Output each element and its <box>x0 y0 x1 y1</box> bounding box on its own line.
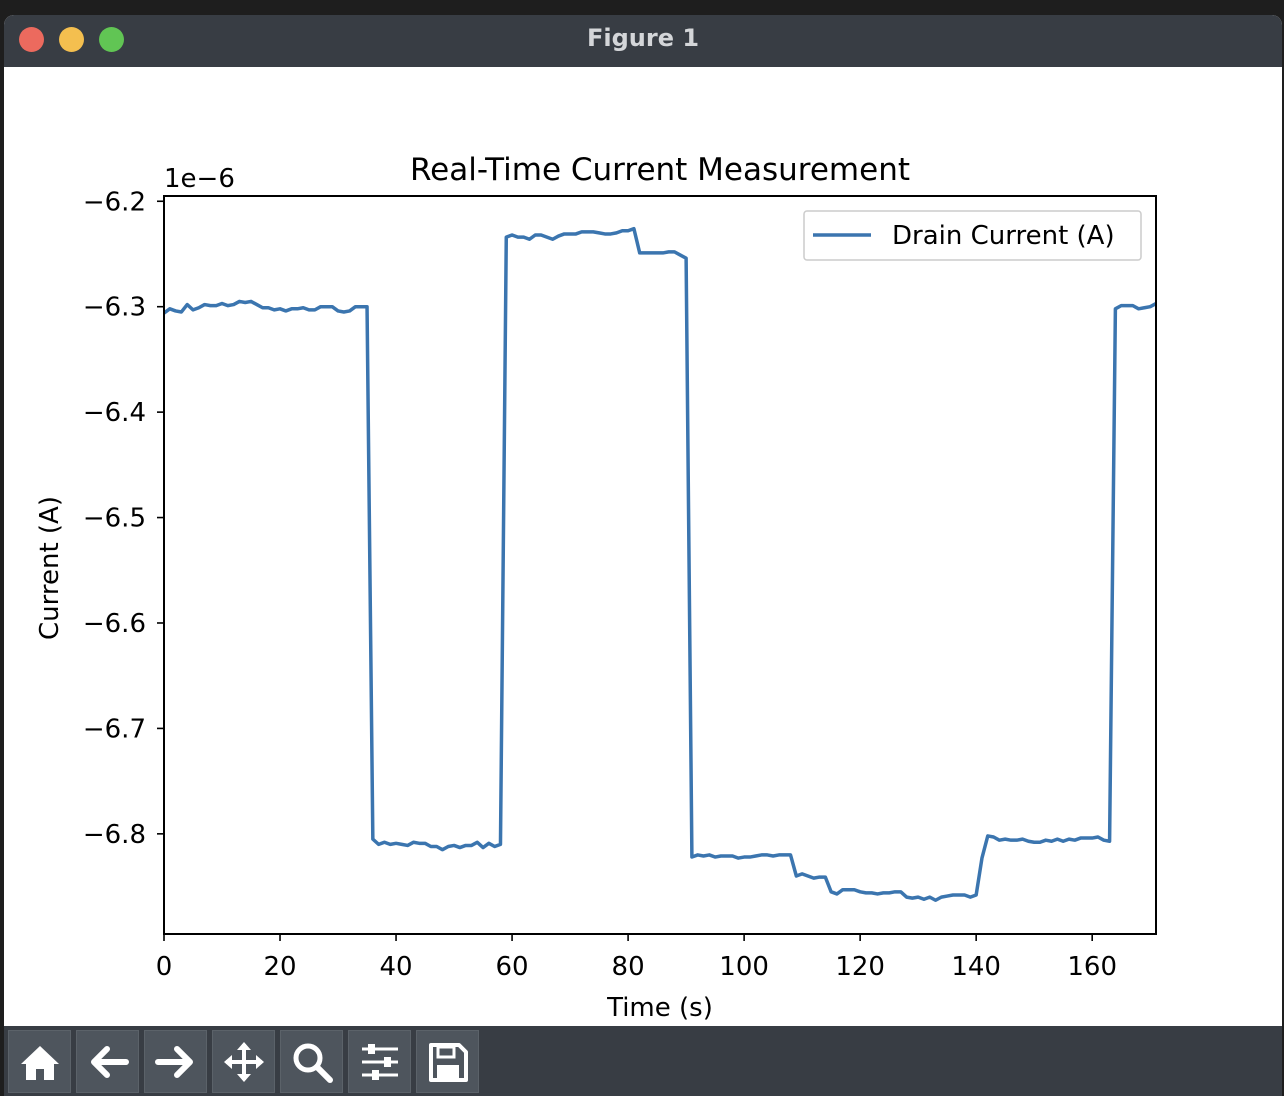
x-tick-label: 60 <box>496 952 529 982</box>
arrow-left-icon <box>90 1045 129 1078</box>
arrow-right-icon <box>154 1045 193 1078</box>
figure-window: Figure 1 Real-Time Current Measurement 1… <box>4 15 1282 1096</box>
sliders-icon <box>361 1043 398 1080</box>
x-tick-label: 120 <box>835 952 885 982</box>
pan-button[interactable] <box>212 1030 275 1093</box>
chart-title: Real-Time Current Measurement <box>410 152 910 188</box>
y-tick-label: −6.2 <box>83 187 146 217</box>
back-button[interactable] <box>76 1030 139 1093</box>
x-axis-label: Time (s) <box>606 993 713 1023</box>
window-title: Figure 1 <box>586 24 700 52</box>
legend-label: Drain Current (A) <box>892 221 1115 251</box>
home-icon <box>20 1045 59 1080</box>
data-line <box>162 226 1157 903</box>
y-axis-label: Current (A) <box>35 496 65 640</box>
x-tick-label: 160 <box>1067 952 1117 982</box>
y-tick-label: −6.7 <box>83 714 146 744</box>
y-offset-label: 1e−6 <box>164 164 235 194</box>
x-tick-label: 20 <box>263 952 296 982</box>
toolbar <box>4 1026 1282 1096</box>
y-tick-label: −6.3 <box>83 293 146 323</box>
save-button[interactable] <box>416 1030 479 1093</box>
move-icon <box>223 1041 264 1082</box>
plot-area: 0 20 40 60 80 100 120 140 160 −6.2 −6.3 −6.4 −6.5 −6.… <box>83 187 1157 982</box>
chart: Real-Time Current Measurement 1e−6 0 20 40… <box>35 152 1157 1023</box>
forward-button[interactable] <box>144 1030 207 1093</box>
home-button[interactable] <box>8 1030 71 1093</box>
floppy-disk-icon <box>428 1042 468 1082</box>
figure-canvas[interactable]: Real-Time Current Measurement 1e−6 0 20 40… <box>4 67 1282 1026</box>
y-tick-label: −6.8 <box>83 820 146 850</box>
x-tick-label: 40 <box>379 952 412 982</box>
configure-subplots-button[interactable] <box>348 1030 411 1093</box>
legend: Drain Current (A) <box>803 210 1142 261</box>
x-tick-label: 0 <box>156 952 173 982</box>
x-tick-label: 140 <box>951 952 1001 982</box>
zoom-button[interactable] <box>280 1030 343 1093</box>
y-tick-label: −6.5 <box>83 504 146 534</box>
x-tick-label: 80 <box>612 952 645 982</box>
y-tick-label: −6.6 <box>83 609 146 639</box>
axes-frame <box>163 195 1157 935</box>
title-bar: Figure 1 <box>4 15 1282 68</box>
y-tick-label: −6.4 <box>83 398 146 428</box>
x-tick-label: 100 <box>719 952 769 982</box>
magnifier-icon <box>293 1043 333 1083</box>
